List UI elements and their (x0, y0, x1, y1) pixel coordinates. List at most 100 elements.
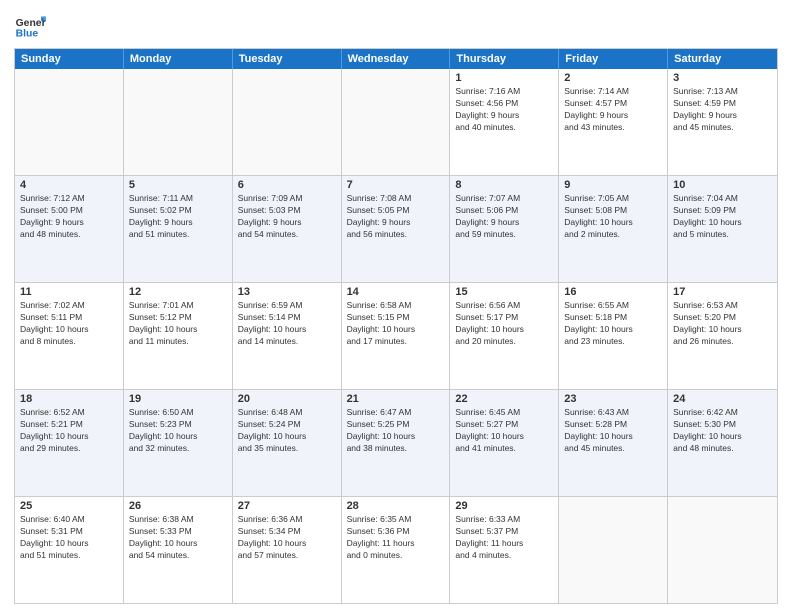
day-cell: 2 Sunrise: 7:14 AM Sunset: 4:57 PM Daylig… (559, 69, 668, 175)
day-cell (233, 69, 342, 175)
day-number: 16 (564, 286, 662, 298)
day-cell (342, 69, 451, 175)
logo: General Blue (14, 10, 46, 42)
day-cell: 3 Sunrise: 7:13 AM Sunset: 4:59 PM Daylig… (668, 69, 777, 175)
day-info: Sunrise: 6:36 AM Sunset: 5:34 PM Dayligh… (238, 514, 336, 562)
day-cell: 13 Sunrise: 6:59 AM Sunset: 5:14 PM Dayli… (233, 283, 342, 389)
day-cell: 18 Sunrise: 6:52 AM Sunset: 5:21 PM Dayli… (15, 390, 124, 496)
day-number: 9 (564, 179, 662, 191)
day-cell (559, 497, 668, 603)
week-row: 4 Sunrise: 7:12 AM Sunset: 5:00 PM Daylig… (15, 176, 777, 283)
day-number: 3 (673, 72, 772, 84)
day-header-tuesday: Tuesday (233, 49, 342, 69)
day-number: 5 (129, 179, 227, 191)
day-cell: 26 Sunrise: 6:38 AM Sunset: 5:33 PM Dayli… (124, 497, 233, 603)
day-cell: 16 Sunrise: 6:55 AM Sunset: 5:18 PM Dayli… (559, 283, 668, 389)
day-number: 24 (673, 393, 772, 405)
day-header-saturday: Saturday (668, 49, 777, 69)
day-cell: 17 Sunrise: 6:53 AM Sunset: 5:20 PM Dayli… (668, 283, 777, 389)
day-number: 22 (455, 393, 553, 405)
day-info: Sunrise: 6:43 AM Sunset: 5:28 PM Dayligh… (564, 407, 662, 455)
day-info: Sunrise: 6:58 AM Sunset: 5:15 PM Dayligh… (347, 300, 445, 348)
day-info: Sunrise: 7:16 AM Sunset: 4:56 PM Dayligh… (455, 86, 553, 134)
day-number: 20 (238, 393, 336, 405)
day-number: 15 (455, 286, 553, 298)
day-cell: 23Sunrise: 6:43 AM Sunset: 5:28 PM Dayli… (559, 390, 668, 496)
day-cell: 12Sunrise: 7:01 AM Sunset: 5:12 PM Dayli… (124, 283, 233, 389)
day-number: 11 (20, 286, 118, 298)
day-info: Sunrise: 6:42 AM Sunset: 5:30 PM Dayligh… (673, 407, 772, 455)
day-number: 10 (673, 179, 772, 191)
calendar: SundayMondayTuesdayWednesdayThursdayFrid… (14, 48, 778, 604)
day-info: Sunrise: 6:52 AM Sunset: 5:21 PM Dayligh… (20, 407, 118, 455)
day-cell (124, 69, 233, 175)
day-info: Sunrise: 7:05 AM Sunset: 5:08 PM Dayligh… (564, 193, 662, 241)
day-info: Sunrise: 6:48 AM Sunset: 5:24 PM Dayligh… (238, 407, 336, 455)
day-number: 8 (455, 179, 553, 191)
day-info: Sunrise: 7:12 AM Sunset: 5:00 PM Dayligh… (20, 193, 118, 241)
day-cell: 29 Sunrise: 6:33 AM Sunset: 5:37 PM Dayli… (450, 497, 559, 603)
day-cell: 19 Sunrise: 6:50 AM Sunset: 5:23 PM Dayli… (124, 390, 233, 496)
day-info: Sunrise: 7:13 AM Sunset: 4:59 PM Dayligh… (673, 86, 772, 134)
day-number: 1 (455, 72, 553, 84)
day-headers: SundayMondayTuesdayWednesdayThursdayFrid… (15, 49, 777, 69)
day-number: 19 (129, 393, 227, 405)
week-row: 18 Sunrise: 6:52 AM Sunset: 5:21 PM Dayli… (15, 390, 777, 497)
day-cell (15, 69, 124, 175)
day-info: Sunrise: 6:38 AM Sunset: 5:33 PM Dayligh… (129, 514, 227, 562)
day-cell: 20 Sunrise: 6:48 AM Sunset: 5:24 PM Dayli… (233, 390, 342, 496)
day-number: 13 (238, 286, 336, 298)
day-number: 17 (673, 286, 772, 298)
day-number: 27 (238, 500, 336, 512)
day-info: Sunrise: 6:40 AM Sunset: 5:31 PM Dayligh… (20, 514, 118, 562)
day-cell: 5 Sunrise: 7:11 AM Sunset: 5:02 PM Daylig… (124, 176, 233, 282)
day-cell: 8Sunrise: 7:07 AM Sunset: 5:06 PM Daylig… (450, 176, 559, 282)
day-cell: 25 Sunrise: 6:40 AM Sunset: 5:31 PM Dayli… (15, 497, 124, 603)
day-cell: 27 Sunrise: 6:36 AM Sunset: 5:34 PM Dayli… (233, 497, 342, 603)
day-cell: 14 Sunrise: 6:58 AM Sunset: 5:15 PM Dayli… (342, 283, 451, 389)
day-number: 7 (347, 179, 445, 191)
day-info: Sunrise: 6:47 AM Sunset: 5:25 PM Dayligh… (347, 407, 445, 455)
day-header-sunday: Sunday (15, 49, 124, 69)
day-cell: 22 Sunrise: 6:45 AM Sunset: 5:27 PM Dayli… (450, 390, 559, 496)
day-cell (668, 497, 777, 603)
day-info: Sunrise: 6:45 AM Sunset: 5:27 PM Dayligh… (455, 407, 553, 455)
day-cell: 11 Sunrise: 7:02 AM Sunset: 5:11 PM Dayli… (15, 283, 124, 389)
day-number: 25 (20, 500, 118, 512)
day-cell: 28 Sunrise: 6:35 AM Sunset: 5:36 PM Dayli… (342, 497, 451, 603)
day-cell: 15 Sunrise: 6:56 AM Sunset: 5:17 PM Dayli… (450, 283, 559, 389)
day-cell: 21 Sunrise: 6:47 AM Sunset: 5:25 PM Dayli… (342, 390, 451, 496)
day-info: Sunrise: 6:35 AM Sunset: 5:36 PM Dayligh… (347, 514, 445, 562)
day-number: 29 (455, 500, 553, 512)
day-info: Sunrise: 7:04 AM Sunset: 5:09 PM Dayligh… (673, 193, 772, 241)
week-row: 25 Sunrise: 6:40 AM Sunset: 5:31 PM Dayli… (15, 497, 777, 603)
day-cell: 24 Sunrise: 6:42 AM Sunset: 5:30 PM Dayli… (668, 390, 777, 496)
day-header-thursday: Thursday (450, 49, 559, 69)
day-number: 4 (20, 179, 118, 191)
day-info: Sunrise: 7:08 AM Sunset: 5:05 PM Dayligh… (347, 193, 445, 241)
day-number: 2 (564, 72, 662, 84)
day-number: 28 (347, 500, 445, 512)
day-cell: 7 Sunrise: 7:08 AM Sunset: 5:05 PM Daylig… (342, 176, 451, 282)
day-info: Sunrise: 6:55 AM Sunset: 5:18 PM Dayligh… (564, 300, 662, 348)
day-info: Sunrise: 6:50 AM Sunset: 5:23 PM Dayligh… (129, 407, 227, 455)
calendar-body: 1 Sunrise: 7:16 AM Sunset: 4:56 PM Daylig… (15, 69, 777, 603)
day-info: Sunrise: 6:53 AM Sunset: 5:20 PM Dayligh… (673, 300, 772, 348)
svg-text:Blue: Blue (16, 28, 39, 39)
day-info: Sunrise: 6:33 AM Sunset: 5:37 PM Dayligh… (455, 514, 553, 562)
day-info: Sunrise: 7:14 AM Sunset: 4:57 PM Dayligh… (564, 86, 662, 134)
day-header-wednesday: Wednesday (342, 49, 451, 69)
day-info: Sunrise: 6:59 AM Sunset: 5:14 PM Dayligh… (238, 300, 336, 348)
week-row: 11 Sunrise: 7:02 AM Sunset: 5:11 PM Dayli… (15, 283, 777, 390)
day-number: 26 (129, 500, 227, 512)
day-info: Sunrise: 7:02 AM Sunset: 5:11 PM Dayligh… (20, 300, 118, 348)
day-cell: 4 Sunrise: 7:12 AM Sunset: 5:00 PM Daylig… (15, 176, 124, 282)
day-info: Sunrise: 7:11 AM Sunset: 5:02 PM Dayligh… (129, 193, 227, 241)
day-info: Sunrise: 6:56 AM Sunset: 5:17 PM Dayligh… (455, 300, 553, 348)
day-cell: 6Sunrise: 7:09 AM Sunset: 5:03 PM Daylig… (233, 176, 342, 282)
day-number: 21 (347, 393, 445, 405)
day-number: 14 (347, 286, 445, 298)
day-number: 18 (20, 393, 118, 405)
day-info: Sunrise: 7:01 AM Sunset: 5:12 PM Dayligh… (129, 300, 227, 348)
week-row: 1 Sunrise: 7:16 AM Sunset: 4:56 PM Daylig… (15, 69, 777, 176)
